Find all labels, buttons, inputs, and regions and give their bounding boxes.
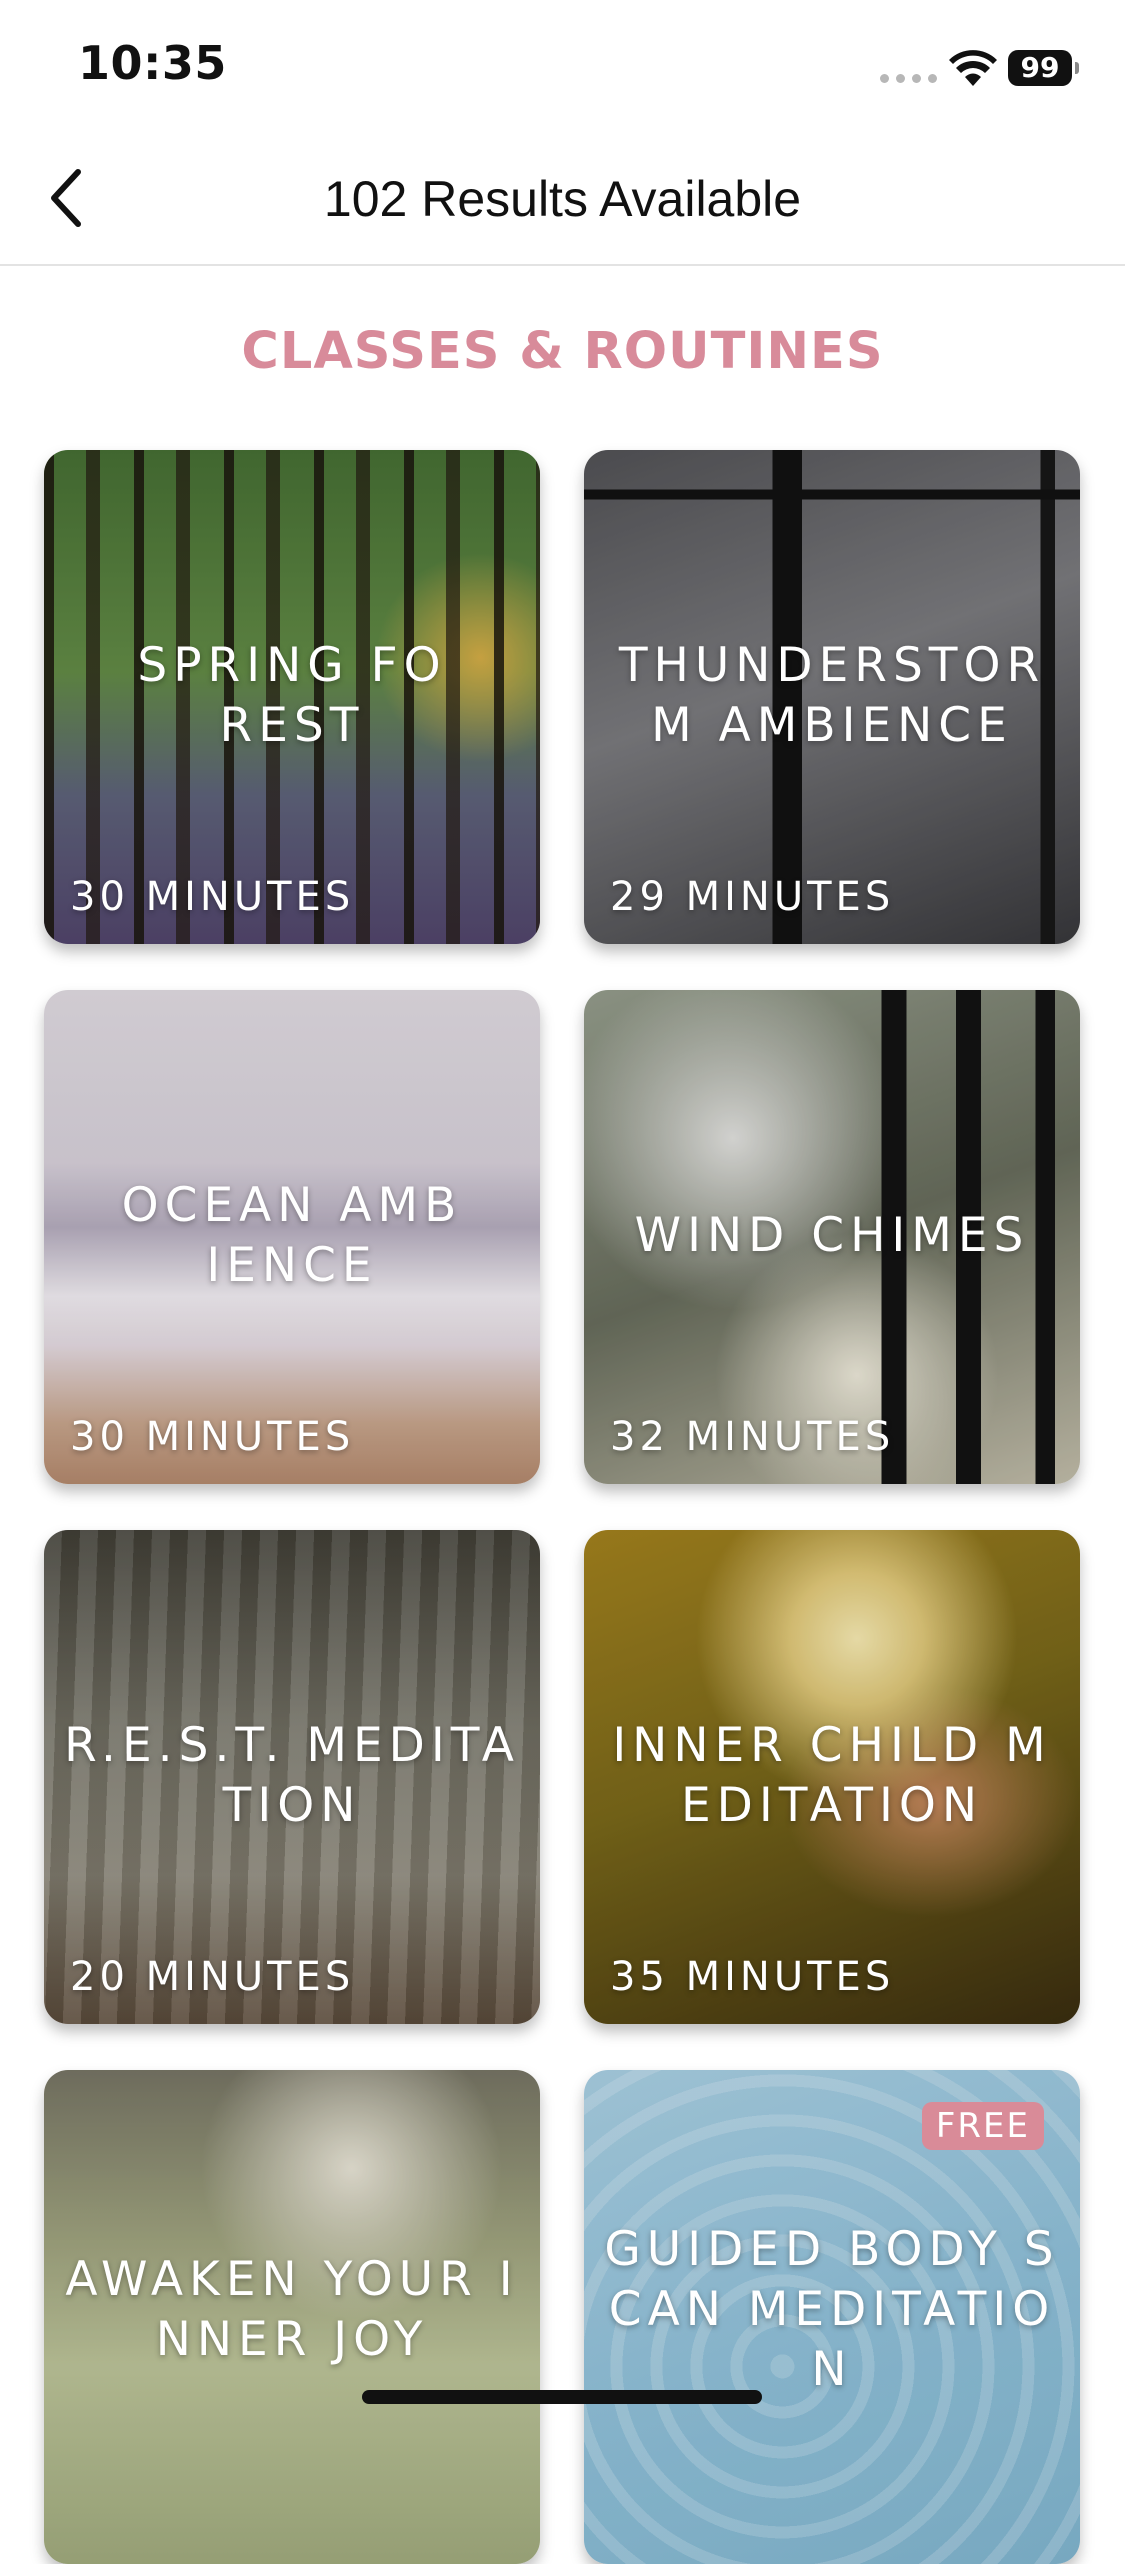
class-card[interactable]: FREE GUIDED BODY SCAN MEDITATION bbox=[584, 2070, 1080, 2564]
card-duration: 32 MINUTES bbox=[610, 1414, 895, 1460]
status-time: 10:35 bbox=[78, 36, 227, 90]
card-duration: 20 MINUTES bbox=[70, 1954, 355, 2000]
card-duration: 30 MINUTES bbox=[70, 874, 355, 920]
card-title: WIND CHIMES bbox=[634, 1208, 1030, 1263]
class-card[interactable]: WIND CHIMES 32 MINUTES bbox=[584, 990, 1080, 1484]
card-title: SPRING FOREST bbox=[137, 638, 447, 753]
class-card[interactable]: INNER CHILD MEDITATION 35 MINUTES bbox=[584, 1530, 1080, 2024]
card-title: AWAKEN YOUR INNER JOY bbox=[65, 2252, 519, 2367]
status-bar: 10:35 99 bbox=[0, 0, 1125, 132]
card-title: THUNDERSTORM AMBIENCE bbox=[618, 638, 1046, 753]
card-title: INNER CHILD MEDITATION bbox=[612, 1718, 1052, 1833]
card-duration: 29 MINUTES bbox=[610, 874, 895, 920]
class-card[interactable]: SPRING FOREST 30 MINUTES bbox=[44, 450, 540, 944]
class-card[interactable]: AWAKEN YOUR INNER JOY bbox=[44, 2070, 540, 2564]
cellular-signal-icon bbox=[880, 74, 937, 83]
home-indicator[interactable] bbox=[362, 2390, 762, 2404]
battery-icon: 99 bbox=[1008, 50, 1079, 86]
card-title: GUIDED BODY SCAN MEDITATION bbox=[604, 2222, 1060, 2397]
class-card[interactable]: R.E.S.T. MEDITATION 20 MINUTES bbox=[44, 1530, 540, 2024]
class-card[interactable]: THUNDERSTORM AMBIENCE 29 MINUTES bbox=[584, 450, 1080, 944]
class-card[interactable]: OCEAN AMBIENCE 30 MINUTES bbox=[44, 990, 540, 1484]
navigation-bar: 102 Results Available bbox=[0, 132, 1125, 266]
section-title: CLASSES & ROUTINES bbox=[241, 322, 884, 381]
wifi-icon bbox=[949, 50, 997, 86]
card-title: OCEAN AMBIENCE bbox=[121, 1178, 463, 1293]
card-title: R.E.S.T. MEDITATION bbox=[64, 1718, 520, 1833]
card-duration: 30 MINUTES bbox=[70, 1414, 355, 1460]
free-badge: FREE bbox=[921, 2102, 1044, 2150]
page-title: 102 Results Available bbox=[323, 171, 802, 227]
card-duration: 35 MINUTES bbox=[610, 1954, 895, 2000]
